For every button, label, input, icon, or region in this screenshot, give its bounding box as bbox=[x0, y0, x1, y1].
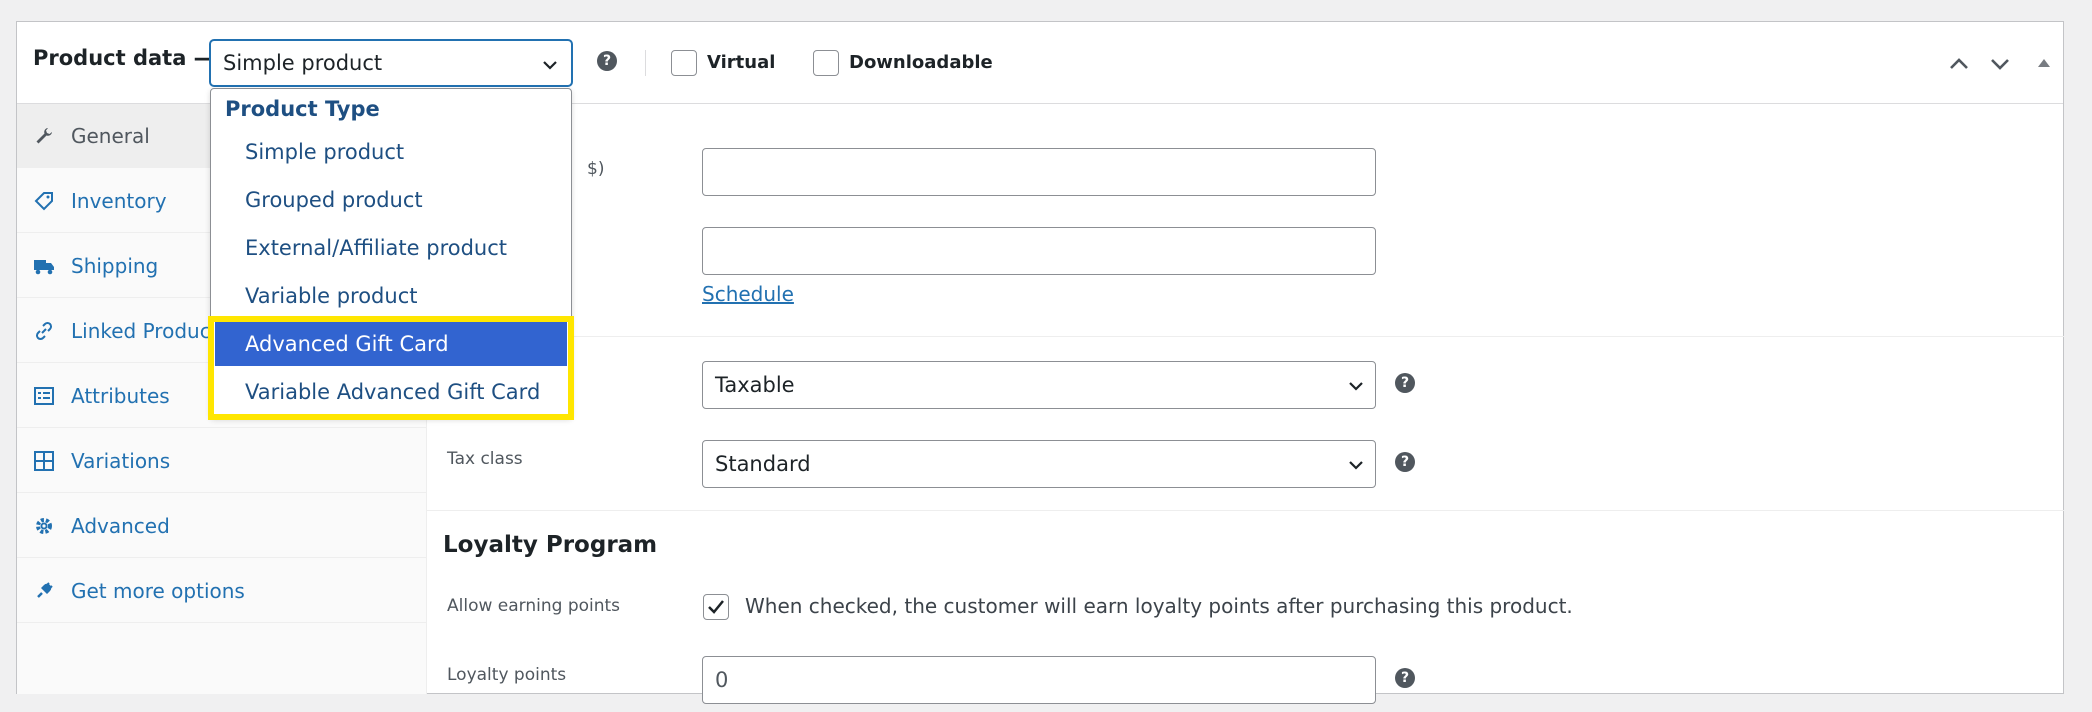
tab-label: Advanced bbox=[71, 513, 170, 538]
header-divider bbox=[645, 50, 646, 76]
gear-icon bbox=[33, 515, 55, 537]
section-divider bbox=[427, 510, 2064, 511]
regular-price-label: $) bbox=[587, 159, 605, 179]
tab-get-more-options[interactable]: Get more options bbox=[17, 559, 427, 623]
help-icon[interactable]: ? bbox=[1395, 668, 1415, 688]
product-type-select[interactable]: Simple product bbox=[209, 39, 573, 87]
downloadable-checkbox[interactable] bbox=[813, 50, 839, 76]
allow-earning-points-checkbox[interactable] bbox=[703, 594, 729, 620]
tax-class-select[interactable]: Standard bbox=[702, 440, 1376, 488]
virtual-label: Virtual bbox=[707, 52, 776, 73]
section-divider bbox=[427, 336, 2064, 337]
tab-advanced[interactable]: Advanced bbox=[17, 494, 427, 558]
chevron-down-icon bbox=[541, 55, 559, 79]
help-icon[interactable]: ? bbox=[597, 51, 617, 71]
wrench-icon bbox=[33, 125, 55, 147]
collapse-toggle-icon[interactable] bbox=[2035, 53, 2053, 75]
loyalty-points-label: Loyalty points bbox=[447, 665, 567, 685]
allow-earning-points-description: When checked, the customer will earn loy… bbox=[745, 594, 1573, 618]
tab-label: General bbox=[71, 123, 150, 148]
allow-earning-points-label: Allow earning points bbox=[447, 596, 621, 616]
move-down-icon[interactable] bbox=[1988, 52, 2012, 80]
tax-status-value: Taxable bbox=[715, 373, 795, 397]
product-type-group-label: Product Type bbox=[225, 97, 380, 121]
help-icon[interactable]: ? bbox=[1395, 373, 1415, 393]
tax-status-select[interactable]: Taxable bbox=[702, 361, 1376, 409]
checkmark-icon bbox=[708, 600, 724, 614]
list-icon bbox=[33, 385, 55, 407]
general-panel: $) Schedule Taxable ? Tax class Standard… bbox=[427, 104, 2064, 704]
product-type-value: Simple product bbox=[223, 51, 383, 75]
option-grouped-product[interactable]: Grouped product bbox=[215, 178, 567, 222]
grid-icon bbox=[33, 450, 55, 472]
tab-label: Inventory bbox=[71, 188, 167, 213]
regular-price-input[interactable] bbox=[702, 148, 1376, 196]
tag-icon bbox=[33, 190, 55, 212]
sale-price-input[interactable] bbox=[702, 227, 1376, 275]
virtual-checkbox[interactable] bbox=[671, 50, 697, 76]
product-type-dropdown: Product Type Simple product Grouped prod… bbox=[210, 88, 572, 418]
chevron-down-icon bbox=[1347, 376, 1365, 400]
schedule-link[interactable]: Schedule bbox=[702, 282, 794, 306]
plugin-icon bbox=[33, 580, 55, 602]
truck-icon bbox=[33, 255, 55, 277]
tab-label: Attributes bbox=[71, 383, 170, 408]
tax-class-value: Standard bbox=[715, 452, 811, 476]
option-advanced-gift-card[interactable]: Advanced Gift Card bbox=[215, 322, 567, 366]
option-external-affiliate-product[interactable]: External/Affiliate product bbox=[215, 226, 567, 270]
help-icon[interactable]: ? bbox=[1395, 452, 1415, 472]
tab-variations[interactable]: Variations bbox=[17, 429, 427, 493]
tab-label: Linked Products bbox=[71, 318, 229, 343]
downloadable-label: Downloadable bbox=[849, 52, 993, 73]
move-up-icon[interactable] bbox=[1947, 52, 1971, 80]
product-data-label: Product data — bbox=[33, 46, 215, 70]
tax-class-label: Tax class bbox=[447, 449, 523, 469]
loyalty-points-input[interactable]: 0 bbox=[702, 656, 1376, 704]
option-variable-product[interactable]: Variable product bbox=[215, 274, 567, 318]
link-icon bbox=[33, 320, 55, 342]
chevron-down-icon bbox=[1347, 455, 1365, 479]
tab-label: Shipping bbox=[71, 253, 159, 278]
option-variable-advanced-gift-card[interactable]: Variable Advanced Gift Card bbox=[215, 370, 567, 414]
option-simple-product[interactable]: Simple product bbox=[215, 130, 567, 174]
loyalty-program-title: Loyalty Program bbox=[443, 532, 658, 558]
tab-label: Get more options bbox=[71, 578, 245, 603]
tab-label: Variations bbox=[71, 448, 171, 473]
